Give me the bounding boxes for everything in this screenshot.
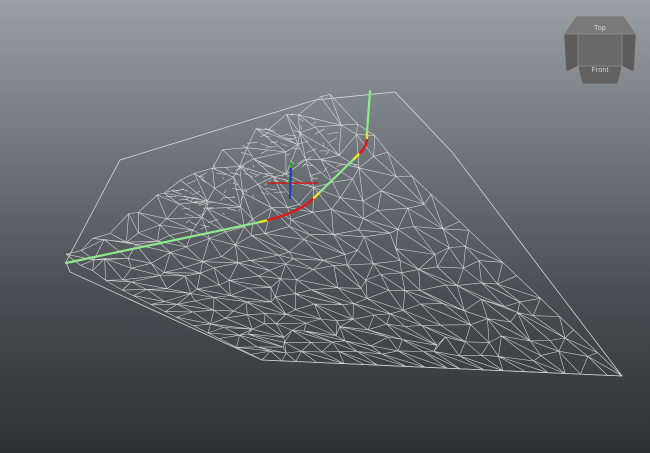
terrain-mesh-edges[interactable] [65,94,623,377]
alignment-straight-segment-3[interactable] [365,89,372,134]
scene-canvas[interactable] [0,0,650,453]
terrain-wireframe-mesh[interactable] [65,91,623,377]
viewcube-top-label[interactable]: Top [580,25,620,32]
terrain-boundary[interactable] [65,91,623,377]
viewcube-center-face[interactable] [577,33,623,67]
viewcube[interactable]: Top Front [560,14,640,86]
viewcube-right-face[interactable] [621,33,637,73]
alignment-tangent-point-1[interactable] [258,218,270,224]
3d-viewport[interactable]: Top Front [0,0,650,453]
road-alignment-curve[interactable] [64,89,372,265]
alignment-tangent-point-3[interactable] [352,151,362,161]
alignment-tangent-point-2[interactable] [312,190,322,200]
manipulator-z-axis[interactable] [289,167,292,200]
alignment-straight-segment-1[interactable] [64,219,267,265]
viewcube-front-label[interactable]: Front [580,67,620,74]
viewcube-left-face[interactable] [563,33,579,73]
terrain-ridge-detail[interactable] [165,112,359,230]
